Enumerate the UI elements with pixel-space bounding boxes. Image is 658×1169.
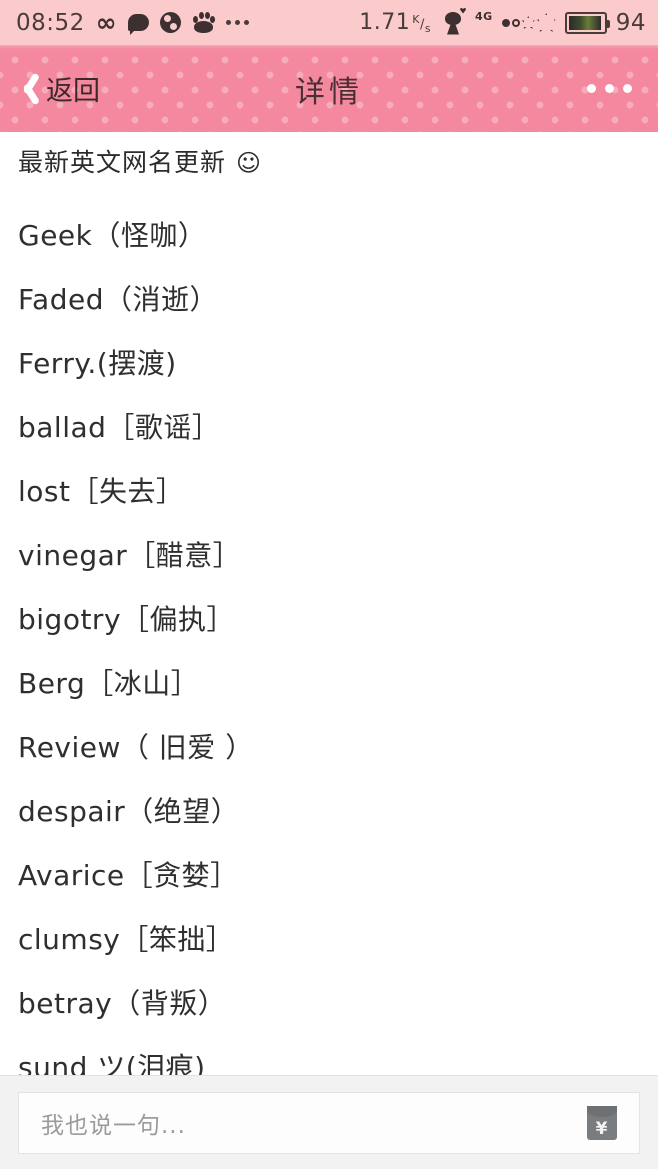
4g-signal-icon: 4G <box>475 9 493 23</box>
back-button-label: 返回 <box>46 76 100 107</box>
back-button[interactable]: 返回 <box>0 69 100 109</box>
list-item: ballad［歌谣］ <box>18 411 221 444</box>
status-time: 08:52 <box>16 9 85 36</box>
status-bar: 08:52 ∞ 1.71 K/s 4G 94 <box>0 0 658 45</box>
relieved-face-emoji: ☺ <box>236 149 263 177</box>
status-bar-left: 08:52 ∞ <box>16 8 250 37</box>
list-item: Faded（消逝） <box>18 283 218 316</box>
list-item: Berg［冰山］ <box>18 667 200 700</box>
network-speed-value: 1.71 <box>359 9 411 35</box>
comment-input[interactable]: 我也说一句... ¥ <box>18 1091 640 1154</box>
yinyang-icon <box>160 12 182 33</box>
more-dots-icon <box>226 20 250 25</box>
baidu-paw-icon <box>192 12 216 33</box>
infinity-icon: ∞ <box>95 8 118 37</box>
battery-percent: 94 <box>615 9 646 36</box>
red-envelope-icon[interactable]: ¥ <box>587 1105 617 1140</box>
list-item: betray（背叛） <box>18 987 227 1020</box>
post-heading: 最新英文网名更新 ☺ <box>18 148 640 178</box>
post-content: 最新英文网名更新 ☺ Geek（怪咖） Faded（消逝） Ferry.(摆渡)… <box>0 132 658 1075</box>
navigation-bar: 返回 详情 <box>0 45 658 132</box>
list-item: Review（ 旧爱 ） <box>18 731 254 764</box>
comment-bar: 我也说一句... ¥ <box>0 1075 658 1169</box>
more-options-button[interactable] <box>587 84 658 93</box>
list-item: Geek（怪咖） <box>18 219 207 252</box>
battery-icon <box>564 11 610 34</box>
status-bar-right: 1.71 K/s 4G 94 <box>359 7 646 38</box>
more-dot <box>605 84 614 93</box>
list-item: sund ツ(泪痕) <box>18 1051 206 1076</box>
flower-signal-icon <box>501 13 556 32</box>
post-heading-text: 最新英文网名更新 <box>18 148 227 177</box>
more-dot <box>587 84 596 93</box>
chat-bubble-icon <box>128 14 150 35</box>
list-item: Avarice［贪婪］ <box>18 859 239 892</box>
list-item: lost［失去］ <box>18 475 185 508</box>
chevron-left-icon <box>14 69 40 109</box>
list-item: Ferry.(摆渡) <box>18 347 177 380</box>
yen-symbol: ¥ <box>595 1118 609 1139</box>
list-item: bigotry［偏执］ <box>18 603 236 636</box>
list-item: despair（绝望） <box>18 795 240 828</box>
network-speed: 1.71 K/s <box>359 10 431 36</box>
list-item: clumsy［笨拙］ <box>18 923 235 956</box>
phone-screen: 08:52 ∞ 1.71 K/s 4G 94 返回 详情 最新英文网名更新 ☺ … <box>0 0 658 1169</box>
more-dot <box>623 84 632 93</box>
network-speed-unit: K/s <box>412 13 432 36</box>
name-list: Geek（怪咖） Faded（消逝） Ferry.(摆渡) ballad［歌谣］… <box>18 204 640 1076</box>
girl-avatar-icon <box>440 7 467 38</box>
comment-placeholder: 我也说一句... <box>41 1112 186 1139</box>
list-item: vinegar［醋意］ <box>18 539 242 572</box>
